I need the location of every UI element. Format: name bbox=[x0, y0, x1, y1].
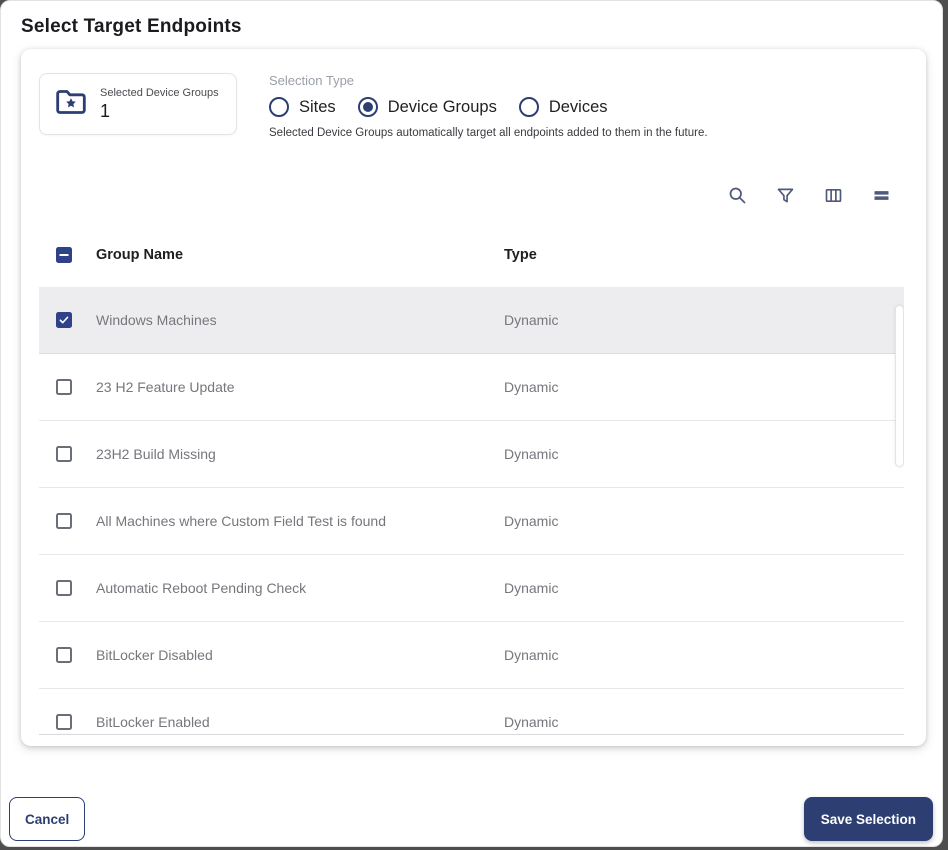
row-checkbox-cell bbox=[56, 513, 96, 529]
content-card: Selected Device Groups 1 Selection Type … bbox=[21, 49, 926, 746]
row-checkbox[interactable] bbox=[56, 714, 72, 730]
group-name-cell: BitLocker Disabled bbox=[96, 647, 213, 663]
type-cell: Dynamic bbox=[504, 513, 559, 529]
radio-label: Sites bbox=[299, 97, 336, 116]
columns-icon[interactable] bbox=[823, 185, 844, 206]
radio-device-groups[interactable]: Device Groups bbox=[357, 97, 497, 117]
select-all-checkbox[interactable] bbox=[56, 247, 72, 263]
radio-sites[interactable]: Sites bbox=[269, 97, 336, 117]
type-cell: Dynamic bbox=[504, 580, 559, 596]
radio-label: Device Groups bbox=[387, 97, 497, 116]
row-checkbox[interactable] bbox=[56, 513, 72, 529]
save-selection-button[interactable]: Save Selection bbox=[803, 797, 933, 841]
row-checkbox[interactable] bbox=[56, 379, 72, 395]
cancel-button[interactable]: Cancel bbox=[9, 797, 86, 841]
table-row[interactable]: BitLocker Enabled Dynamic bbox=[39, 689, 904, 734]
type-cell: Dynamic bbox=[504, 647, 559, 663]
folder-star-icon bbox=[54, 85, 88, 124]
table-row[interactable]: All Machines where Custom Field Test is … bbox=[39, 488, 904, 555]
header-checkbox-cell bbox=[56, 247, 96, 263]
radio-circle[interactable] bbox=[357, 97, 378, 117]
row-checkbox-cell bbox=[56, 446, 96, 462]
radio-circle[interactable] bbox=[269, 97, 289, 117]
radio-label: Devices bbox=[548, 97, 608, 116]
search-icon[interactable] bbox=[727, 185, 748, 206]
table-row[interactable]: 23H2 Build Missing Dynamic bbox=[39, 421, 904, 488]
group-name-cell: 23H2 Build Missing bbox=[96, 446, 216, 462]
table-rows-viewport: Windows Machines Dynamic 23 H2 Feature U… bbox=[39, 287, 904, 735]
group-name-cell: Automatic Reboot Pending Check bbox=[96, 580, 307, 596]
group-name-cell: All Machines where Custom Field Test is … bbox=[96, 513, 386, 529]
group-name-cell: Windows Machines bbox=[96, 312, 217, 328]
selection-helper-text: Selected Device Groups automatically tar… bbox=[269, 127, 708, 139]
row-checkbox[interactable] bbox=[56, 647, 72, 663]
row-checkbox-cell bbox=[56, 714, 96, 730]
row-checkbox-cell bbox=[56, 647, 96, 663]
selection-type-block: Selection Type Sites Device Groups Devic… bbox=[269, 73, 708, 139]
filter-icon[interactable] bbox=[775, 185, 796, 206]
summary-count: 1 bbox=[100, 100, 111, 121]
column-header-type[interactable]: Type bbox=[504, 247, 904, 263]
table-header-row: Group Name Type bbox=[39, 223, 904, 287]
summary-text: Selected Device Groups 1 bbox=[100, 87, 219, 122]
radio-circle[interactable] bbox=[518, 97, 539, 117]
table-row[interactable]: 23 H2 Feature Update Dynamic bbox=[39, 354, 904, 421]
group-name-cell: 23 H2 Feature Update bbox=[96, 379, 235, 395]
row-checkbox-cell bbox=[56, 580, 96, 596]
selection-type-radio-group: Sites Device Groups Devices bbox=[269, 97, 708, 117]
type-cell: Dynamic bbox=[504, 446, 559, 462]
group-name-cell: BitLocker Enabled bbox=[96, 714, 210, 730]
density-icon[interactable] bbox=[871, 185, 892, 206]
page-title: Select Target Endpoints bbox=[21, 16, 242, 37]
type-cell: Dynamic bbox=[504, 312, 559, 328]
table-row[interactable]: Automatic Reboot Pending Check Dynamic bbox=[39, 555, 904, 622]
table-rows: Windows Machines Dynamic 23 H2 Feature U… bbox=[39, 287, 904, 734]
top-summary-row: Selected Device Groups 1 Selection Type … bbox=[39, 73, 904, 139]
device-groups-table: Group Name Type Windows Machines Dynamic… bbox=[39, 167, 904, 735]
radio-devices[interactable]: Devices bbox=[518, 97, 608, 117]
select-target-endpoints-dialog: Select Target Endpoints Selected Device … bbox=[0, 0, 943, 847]
row-checkbox[interactable] bbox=[56, 580, 72, 596]
summary-label: Selected Device Groups bbox=[100, 86, 219, 99]
row-checkbox[interactable] bbox=[56, 312, 72, 328]
row-checkbox-cell bbox=[56, 379, 96, 395]
column-header-group-name[interactable]: Group Name bbox=[96, 247, 504, 263]
row-checkbox-cell bbox=[56, 312, 96, 328]
row-checkbox[interactable] bbox=[56, 446, 72, 462]
selection-type-label: Selection Type bbox=[269, 73, 355, 88]
table-row[interactable]: Windows Machines Dynamic bbox=[39, 287, 904, 354]
table-row[interactable]: BitLocker Disabled Dynamic bbox=[39, 622, 904, 689]
type-cell: Dynamic bbox=[504, 714, 559, 730]
vertical-scrollbar[interactable] bbox=[895, 305, 904, 467]
selected-device-groups-card: Selected Device Groups 1 bbox=[39, 73, 237, 135]
table-toolbar bbox=[39, 167, 904, 223]
type-cell: Dynamic bbox=[504, 379, 559, 395]
